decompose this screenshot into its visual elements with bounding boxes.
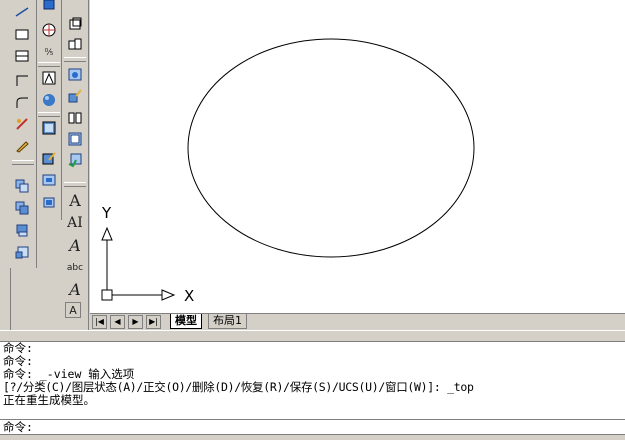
drawn-circle[interactable]: [187, 38, 475, 258]
3d-view-icon[interactable]: [65, 14, 85, 34]
ucs-x-label: X: [184, 287, 194, 305]
spellcheck-icon[interactable]: abc: [65, 258, 85, 278]
scale-icon[interactable]: [12, 242, 32, 262]
text-tool-icon[interactable]: A: [65, 191, 85, 211]
paint-icon[interactable]: [65, 86, 85, 106]
status-bar: [0, 434, 625, 440]
sphere-icon[interactable]: [39, 90, 59, 110]
text-style-icon[interactable]: A: [65, 280, 85, 300]
pen-icon[interactable]: [12, 136, 32, 156]
arc-icon[interactable]: [12, 70, 32, 90]
command-input[interactable]: 命令:: [0, 419, 625, 435]
last-tab-button[interactable]: ▶|: [146, 315, 161, 329]
scale-text-icon[interactable]: A: [65, 302, 81, 318]
layout-tab-bar: |◀ ◀ ▶ ▶| 模型 布局1: [90, 313, 625, 330]
render-icon[interactable]: [39, 170, 59, 190]
toolbar-grip[interactable]: [12, 160, 34, 165]
modify-toolbar: [10, 0, 37, 268]
ruler-icon[interactable]: ⁰⁄₅: [39, 43, 59, 63]
canvas-svg: Y X: [101, 38, 475, 305]
camera-icon[interactable]: [65, 64, 85, 84]
3d-toolbar: ⁰⁄₅: [37, 0, 62, 220]
rectangle-icon[interactable]: [12, 24, 32, 44]
solid-icon[interactable]: [65, 129, 85, 149]
first-tab-button[interactable]: |◀: [92, 315, 107, 329]
array-icon[interactable]: [12, 220, 32, 240]
command-prompt: 命令:: [3, 420, 33, 434]
tab-model[interactable]: 模型: [170, 314, 202, 329]
view-toolbar: A AI A abc A A: [62, 0, 89, 330]
rotate-icon[interactable]: [65, 150, 85, 170]
command-history: 命令: 命令: 命令: _-view 输入选项 [?/分类(C)/图层状态(A)…: [0, 341, 625, 419]
3d-orbit-icon[interactable]: [65, 35, 85, 55]
ucs-icon: [101, 226, 176, 301]
view-icon[interactable]: [39, 68, 59, 88]
polyline-icon[interactable]: [12, 46, 32, 66]
toolbar-grip[interactable]: [38, 62, 60, 67]
toolbar-grip[interactable]: [38, 112, 60, 117]
edit-text-icon[interactable]: A: [65, 236, 85, 256]
cube-icon[interactable]: [39, 192, 59, 212]
layers-icon[interactable]: [65, 108, 85, 128]
plane-icon[interactable]: [39, 118, 59, 138]
edit-icon[interactable]: [39, 148, 59, 168]
toolbar-grip[interactable]: [64, 182, 86, 187]
prev-tab-button[interactable]: ◀: [110, 315, 125, 329]
copy-icon[interactable]: [12, 176, 32, 196]
move-icon[interactable]: [12, 198, 32, 218]
drawing-canvas[interactable]: Y X: [90, 0, 625, 313]
3d-box-icon[interactable]: [39, 0, 59, 14]
ucs-y-label: Y: [101, 204, 112, 222]
history-line: 正在重生成模型。: [3, 393, 95, 407]
line-icon[interactable]: [12, 2, 32, 22]
globe-icon[interactable]: [39, 20, 59, 40]
next-tab-button[interactable]: ▶: [128, 315, 143, 329]
tab-layout1[interactable]: 布局1: [208, 314, 247, 329]
hatch-icon[interactable]: [12, 114, 32, 134]
multiline-text-icon[interactable]: AI: [65, 213, 85, 233]
toolbar-grip[interactable]: [64, 57, 86, 62]
fillet-icon[interactable]: [12, 92, 32, 112]
